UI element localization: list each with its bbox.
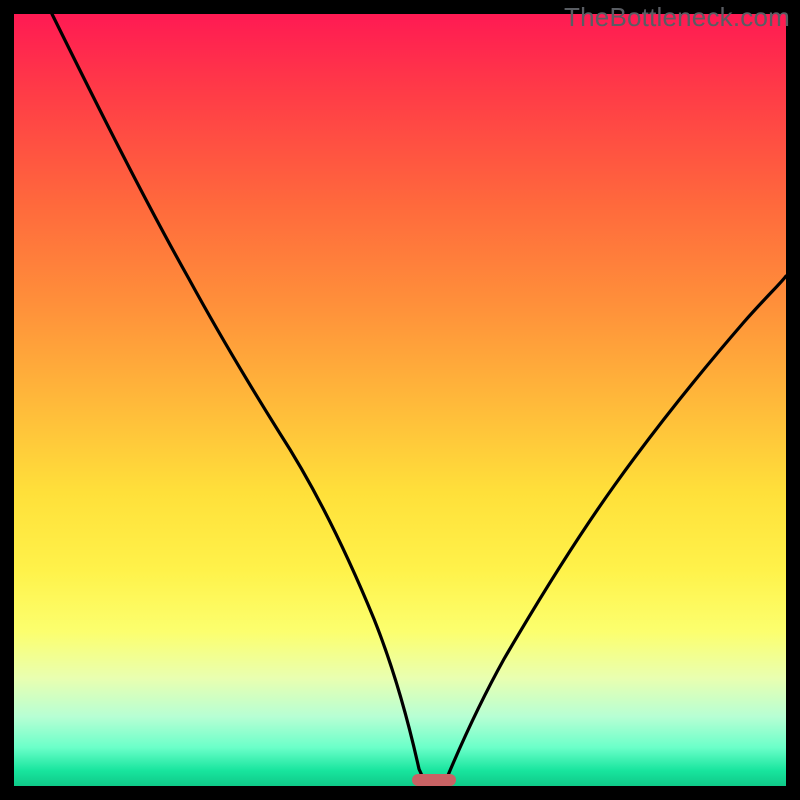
watermark-text: TheBottleneck.com [564, 2, 790, 33]
bottleneck-curve [52, 14, 786, 780]
chart-frame: TheBottleneck.com [0, 0, 800, 800]
plot-svg [14, 14, 786, 786]
plot-area [14, 14, 786, 786]
optimal-marker [412, 774, 456, 786]
